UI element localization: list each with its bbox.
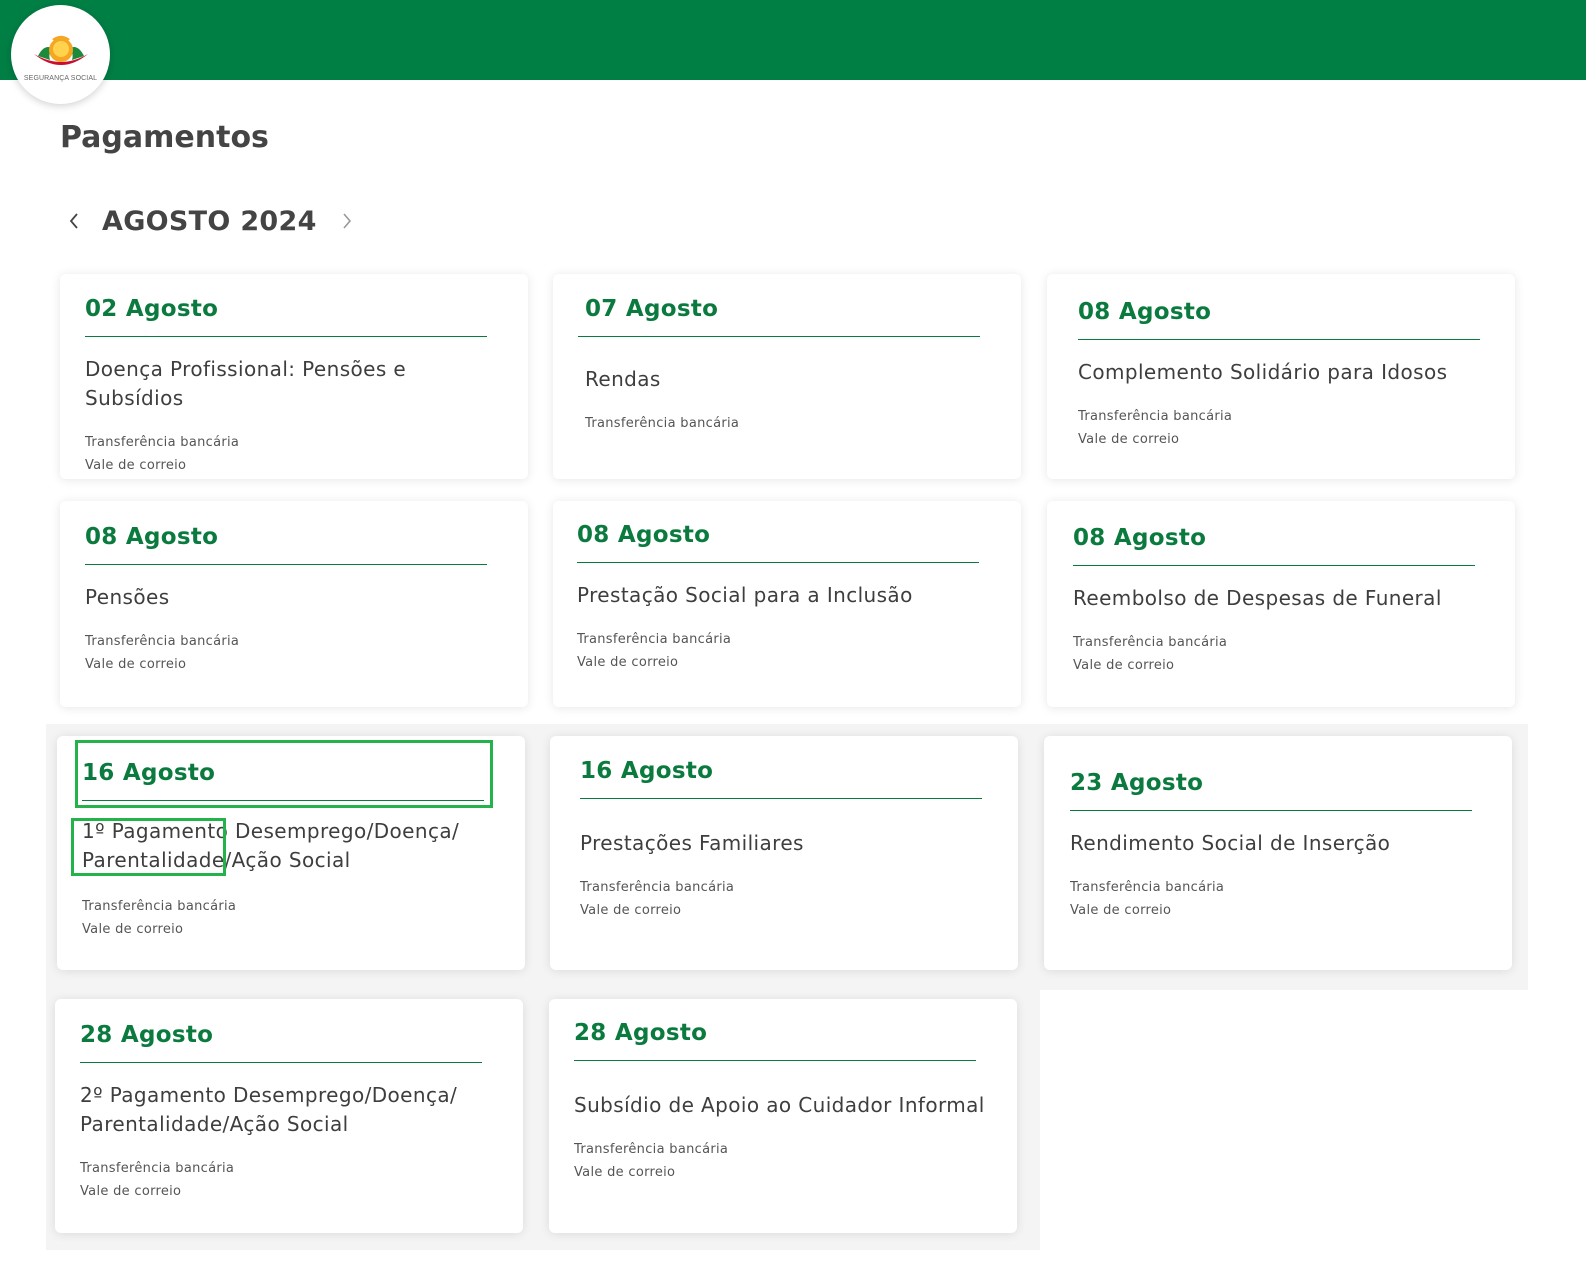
payment-method: Vale de correio	[577, 655, 679, 670]
payment-methods: Transferência bancária Vale de correio	[85, 630, 503, 676]
payment-date: 07 Agosto	[578, 296, 980, 337]
payment-card[interactable]: 08 Agosto Reembolso de Despesas de Funer…	[1047, 501, 1515, 707]
payment-method: Vale de correio	[82, 922, 184, 937]
payment-method: Vale de correio	[1078, 432, 1180, 447]
payment-method: Transferência bancária	[1070, 880, 1225, 895]
payment-methods: Transferência bancária Vale de correio	[82, 895, 500, 941]
payment-method: Vale de correio	[1070, 903, 1172, 918]
payment-method: Transferência bancária	[1073, 635, 1228, 650]
month-label: AGOSTO 2024	[102, 205, 317, 237]
payment-method: Transferência bancária	[85, 634, 240, 649]
payment-date: 16 Agosto	[82, 760, 484, 801]
chevron-right-icon	[343, 213, 351, 229]
payment-date: 16 Agosto	[580, 758, 982, 799]
payment-method: Transferência bancária	[82, 899, 237, 914]
payment-title: Reembolso de Despesas de Funeral	[1073, 586, 1442, 610]
top-bar	[0, 0, 1586, 80]
payment-date: 23 Agosto	[1070, 770, 1472, 811]
page-title: Pagamentos	[60, 120, 269, 155]
payment-card[interactable]: 07 Agosto Rendas Transferência bancária	[553, 274, 1021, 479]
previous-month-button[interactable]	[60, 201, 88, 241]
payment-title: Subsídio de Apoio ao Cuidador Informal	[574, 1093, 985, 1117]
payment-title: Pensões	[85, 585, 170, 609]
payment-methods: Transferência bancária Vale de correio	[85, 431, 503, 477]
payment-title: Rendimento Social de Inserção	[1070, 831, 1391, 855]
payment-title: Doença Profissional: Pensões e Subsídios	[85, 357, 407, 410]
sun-logo-icon	[33, 35, 88, 65]
logo-text: SEGURANÇA SOCIAL	[23, 74, 98, 82]
seguranca-social-logo[interactable]: SEGURANÇA SOCIAL	[11, 5, 110, 104]
payment-card[interactable]: 08 Agosto Complemento Solidário para Ido…	[1047, 274, 1515, 479]
payment-methods: Transferência bancária Vale de correio	[580, 876, 993, 922]
payment-methods: Transferência bancária Vale de correio	[1078, 405, 1490, 451]
payment-methods: Transferência bancária Vale de correio	[574, 1138, 992, 1184]
payment-title: 2º Pagamento Desemprego/Doença/ Parental…	[80, 1083, 458, 1136]
payment-card[interactable]: 02 Agosto Doença Profissional: Pensões e…	[60, 274, 528, 479]
payment-card[interactable]: 16 Agosto 1º Pagamento Desemprego/Doença…	[57, 736, 525, 970]
payment-method: Transferência bancária	[585, 416, 740, 431]
payment-methods: Transferência bancária Vale de correio	[80, 1157, 498, 1203]
payment-method: Transferência bancária	[577, 632, 732, 647]
payment-methods: Transferência bancária Vale de correio	[1073, 631, 1490, 677]
payment-method: Vale de correio	[580, 903, 682, 918]
payment-title: Prestações Familiares	[580, 831, 804, 855]
payment-date: 08 Agosto	[85, 524, 487, 565]
payment-methods: Transferência bancária Vale de correio	[577, 628, 996, 674]
payment-date: 28 Agosto	[80, 1022, 482, 1063]
payment-card[interactable]: 23 Agosto Rendimento Social de Inserção …	[1044, 736, 1512, 970]
payment-method: Vale de correio	[85, 458, 187, 473]
payment-card[interactable]: 28 Agosto Subsídio de Apoio ao Cuidador …	[549, 999, 1017, 1233]
month-navigation: AGOSTO 2024	[60, 200, 361, 242]
payment-methods: Transferência bancária Vale de correio	[1070, 876, 1487, 922]
payment-card[interactable]: 08 Agosto Prestação Social para a Inclus…	[553, 501, 1021, 707]
payment-title: 1º Pagamento Desemprego/Doença/ Parental…	[82, 819, 460, 872]
payment-method: Transferência bancária	[80, 1161, 235, 1176]
payment-card[interactable]: 08 Agosto Pensões Transferência bancária…	[60, 501, 528, 707]
payment-method: Transferência bancária	[574, 1142, 729, 1157]
payment-date: 08 Agosto	[577, 522, 979, 563]
payment-date: 02 Agosto	[85, 296, 487, 337]
payment-card[interactable]: 28 Agosto 2º Pagamento Desemprego/Doença…	[55, 999, 523, 1233]
payment-date: 08 Agosto	[1078, 299, 1480, 340]
payment-method: Vale de correio	[85, 657, 187, 672]
payment-date: 28 Agosto	[574, 1020, 976, 1061]
payment-method: Vale de correio	[80, 1184, 182, 1199]
payment-title: Complemento Solidário para Idosos	[1078, 360, 1448, 384]
payment-method: Transferência bancária	[85, 435, 240, 450]
payment-title: Rendas	[585, 367, 661, 391]
payment-method: Vale de correio	[1073, 658, 1175, 673]
payment-title: Prestação Social para a Inclusão	[577, 583, 913, 607]
payment-method: Vale de correio	[574, 1165, 676, 1180]
payment-card[interactable]: 16 Agosto Prestações Familiares Transfer…	[550, 736, 1018, 970]
payment-methods: Transferência bancária	[578, 412, 996, 435]
payment-method: Transferência bancária	[580, 880, 735, 895]
payment-method: Transferência bancária	[1078, 409, 1233, 424]
payment-date: 08 Agosto	[1073, 525, 1475, 566]
chevron-left-icon	[69, 213, 78, 229]
next-month-button[interactable]	[333, 201, 361, 241]
